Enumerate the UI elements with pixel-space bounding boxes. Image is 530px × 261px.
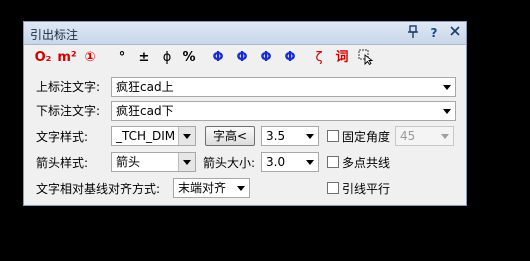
square-meter-button[interactable]: m² <box>57 49 77 67</box>
oxygen-subscript-button[interactable]: O₂ <box>33 49 53 67</box>
fixed-angle-select[interactable]: 45 <box>395 126 454 146</box>
upper-text-input[interactable]: 疯狂cad上 <box>111 77 456 97</box>
char-height-value: 3.5 <box>266 129 286 143</box>
plus-minus-button[interactable]: ± <box>137 49 151 67</box>
steel-grade-3-button[interactable]: Φ <box>258 49 274 67</box>
lower-text-input[interactable]: 疯狂cad下 <box>111 101 456 121</box>
steel-grade-2-button[interactable]: Φ <box>234 49 250 67</box>
arrow-style-select[interactable]: 箭头 <box>111 152 196 172</box>
diameter-button[interactable]: ϕ <box>160 49 174 67</box>
leader-annotation-dialog: 引出标注 ? O₂ m² ① ° ± ϕ % Φ Φ Φ Φ ζ 词 上标注文字… <box>23 21 467 206</box>
arrow-size-label: 箭头大小: <box>203 156 256 170</box>
chevron-down-icon <box>306 160 314 165</box>
multi-point-collinear-label: 多点共线 <box>342 156 391 170</box>
arrow-style-value: 箭头 <box>116 155 141 169</box>
baseline-align-label: 文字相对基线对齐方式: <box>36 182 161 196</box>
steel-grade-4-button[interactable]: Φ <box>282 49 298 67</box>
baseline-align-value: 末端对齐 <box>178 181 227 195</box>
chevron-down-icon <box>306 134 314 139</box>
chevron-down-icon <box>441 134 449 139</box>
fixed-angle-checkbox[interactable] <box>327 130 339 142</box>
help-icon[interactable]: ? <box>427 25 441 41</box>
text-style-dropdown-button[interactable] <box>178 127 195 145</box>
close-icon[interactable] <box>448 25 462 41</box>
chevron-down-icon <box>443 109 451 114</box>
dictionary-button[interactable]: 词 <box>334 49 350 67</box>
fixed-angle-value: 45 <box>400 129 416 143</box>
char-height-button[interactable]: 字高< <box>205 126 255 146</box>
arrow-size-select[interactable]: 3.0 <box>261 152 319 172</box>
degree-button[interactable]: ° <box>115 49 129 67</box>
window-title: 引出标注 <box>30 28 79 42</box>
text-style-select[interactable]: _TCH_DIM <box>111 126 196 146</box>
title-bar[interactable]: 引出标注 ? <box>24 22 466 45</box>
special-symbol-button[interactable]: ζ <box>312 49 326 67</box>
parallel-leader-label: 引线平行 <box>342 182 391 196</box>
parallel-leader-checkbox[interactable] <box>327 182 339 194</box>
chevron-down-icon <box>237 186 245 191</box>
char-height-select[interactable]: 3.5 <box>261 126 319 146</box>
circled-number-button[interactable]: ① <box>81 49 99 67</box>
fixed-angle-label: 固定角度 <box>342 130 391 144</box>
chevron-down-icon <box>183 160 191 165</box>
upper-text-value: 疯狂cad上 <box>116 80 174 94</box>
steel-grade-1-button[interactable]: Φ <box>210 49 226 67</box>
baseline-align-select[interactable]: 末端对齐 <box>173 178 250 198</box>
chevron-down-icon <box>443 85 451 90</box>
arrow-style-dropdown-button[interactable] <box>178 153 195 171</box>
upper-text-label: 上标注文字: <box>36 80 101 94</box>
arrow-size-value: 3.0 <box>266 155 286 169</box>
symbol-toolbar: O₂ m² ① ° ± ϕ % Φ Φ Φ Φ ζ 词 <box>24 46 466 70</box>
multi-point-collinear-checkbox[interactable] <box>327 156 339 168</box>
text-style-value: _TCH_DIM <box>116 129 176 143</box>
cursor-select-icon[interactable] <box>358 49 374 67</box>
chevron-down-icon <box>183 134 191 139</box>
text-style-label: 文字样式: <box>36 130 89 144</box>
lower-text-label: 下标注文字: <box>36 104 101 118</box>
lower-text-value: 疯狂cad下 <box>116 104 174 118</box>
pin-icon[interactable] <box>406 25 420 41</box>
percent-button[interactable]: % <box>181 49 197 67</box>
arrow-style-label: 箭头样式: <box>36 156 89 170</box>
